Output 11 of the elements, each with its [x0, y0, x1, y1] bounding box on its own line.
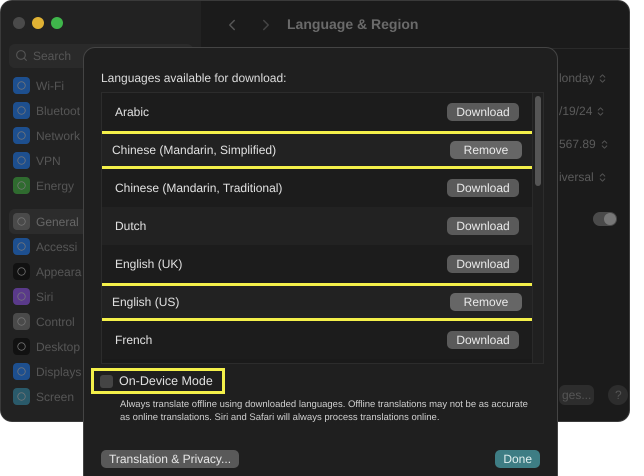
language-name: French [115, 332, 152, 349]
language-name: Chinese (Mandarin, Simplified) [112, 142, 276, 159]
mode-description: Always translate offline using downloaded languages. Offline translations may not be as accurate as online translations. Siri and Safari will always process translations online. [120, 398, 529, 424]
sidebar-label: General [36, 214, 79, 230]
language-name: Dutch [115, 218, 146, 235]
language-name: Arabic [115, 104, 150, 121]
language-name: English (UK) [115, 256, 182, 273]
sheet-heading: Languages available for download: [101, 70, 288, 87]
window-title: Language & Region [287, 15, 418, 34]
language-name: English (US) [112, 294, 180, 311]
language-name: Chinese (Mandarin, Traditional) [115, 180, 282, 197]
